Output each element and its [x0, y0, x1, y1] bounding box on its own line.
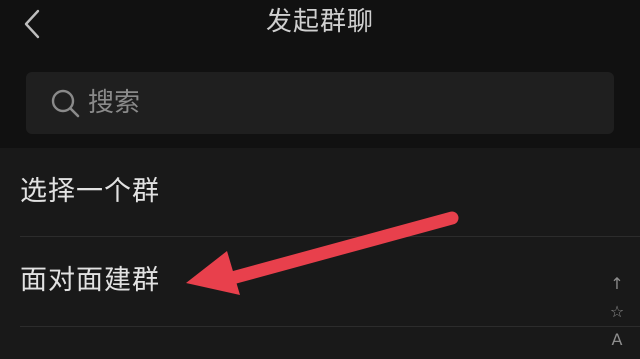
header-bar: 发起群聊 — [0, 0, 640, 50]
list-item-label: 选择一个群 — [20, 176, 160, 207]
search-icon — [51, 89, 80, 118]
index-item-star[interactable]: ☆ — [608, 298, 626, 326]
list-item-label: 面对面建群 — [20, 265, 160, 296]
index-item-top[interactable]: ↑ — [608, 270, 626, 298]
search-section: 搜索 — [0, 50, 640, 148]
index-item-a[interactable]: A — [608, 326, 626, 354]
alphabet-index-bar[interactable]: ↑ ☆ A — [608, 270, 626, 356]
divider — [20, 326, 640, 327]
list-item-face-to-face-group[interactable]: 面对面建群 — [0, 237, 640, 325]
search-input[interactable]: 搜索 — [26, 72, 614, 134]
option-list: 选择一个群 面对面建群 — [0, 148, 640, 359]
search-placeholder: 搜索 — [88, 88, 141, 118]
list-item-select-group[interactable]: 选择一个群 — [0, 148, 640, 236]
page-title: 发起群聊 — [265, 7, 374, 37]
screen: 发起群聊 搜索 选择一个群 面对面建群 ↑ ☆ A — [0, 0, 640, 359]
